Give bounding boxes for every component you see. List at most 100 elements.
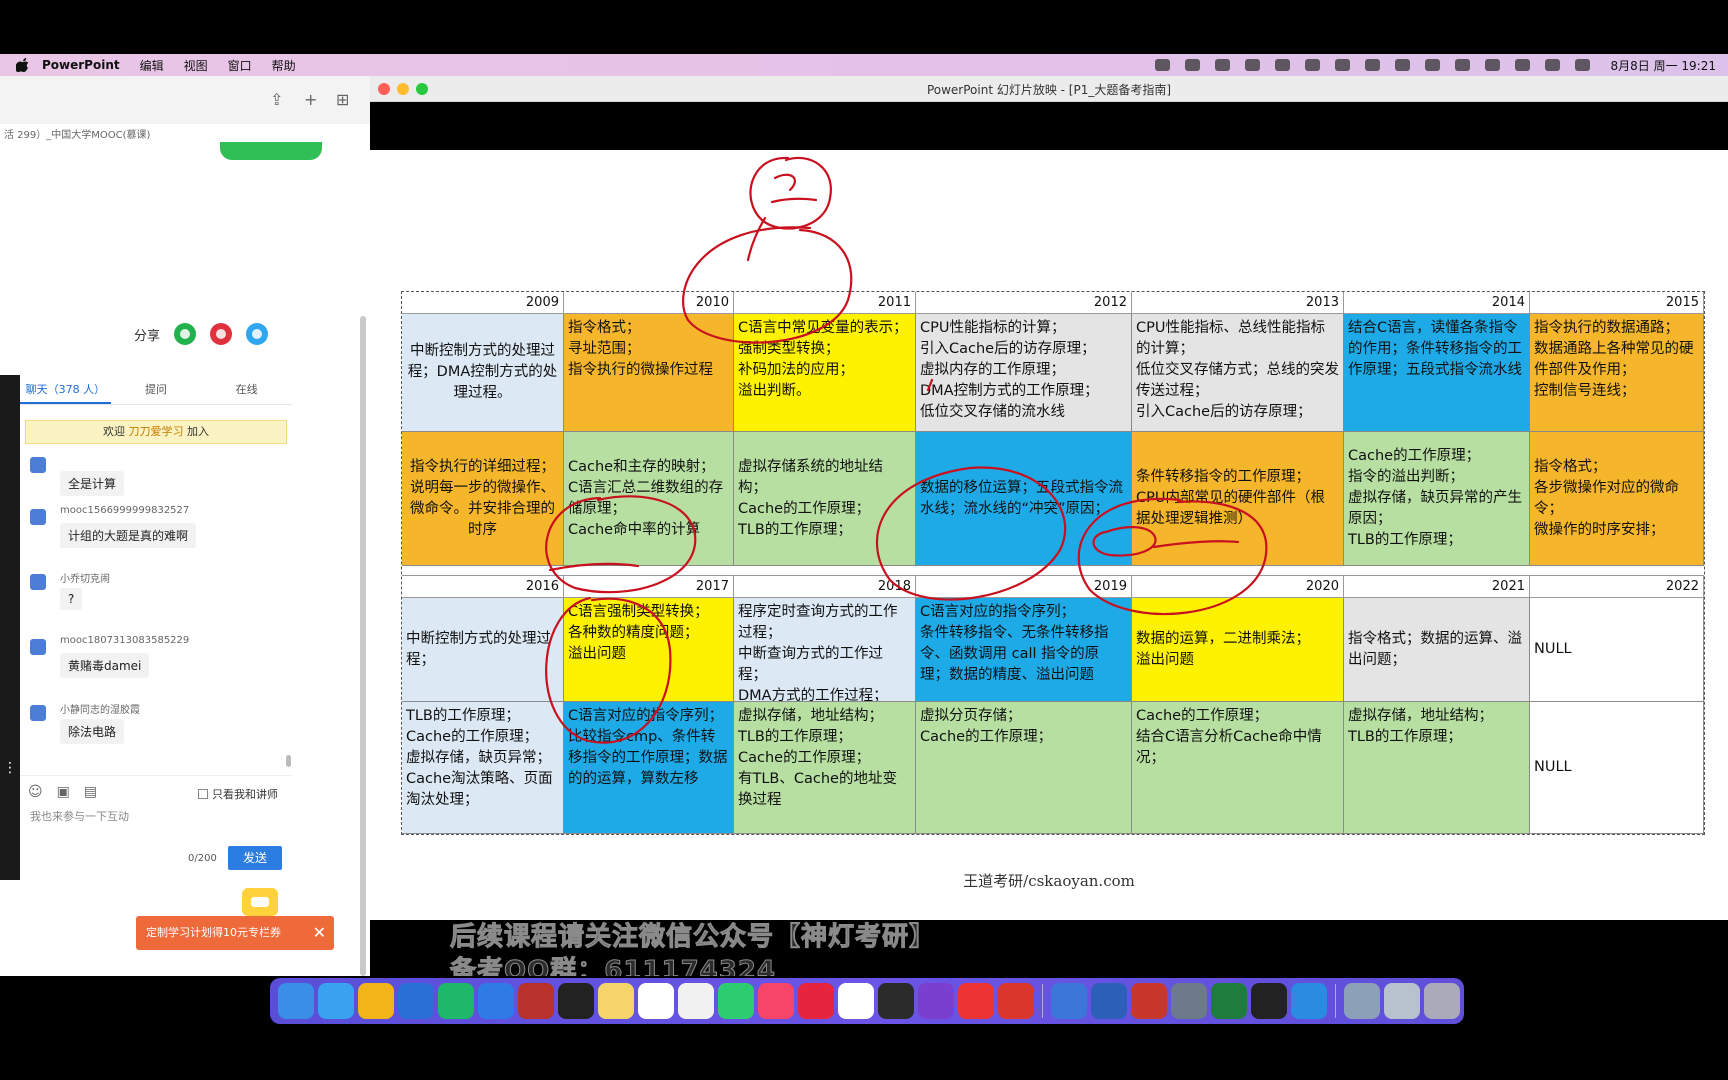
battery-icon[interactable] [1454,59,1470,71]
chat-text: 全是计算 [60,471,125,496]
menu-help[interactable]: 帮助 [272,57,296,74]
chat-tabs: 聊天（378 人） 提问 在线 [20,375,292,405]
menu-edit[interactable]: 编辑 [140,57,164,74]
welcome-username: 刀刀爱学习 [128,425,184,438]
music-icon[interactable] [758,983,794,1019]
image-icon[interactable]: ▣ [57,784,70,800]
avatar[interactable] [30,457,46,473]
close-icon[interactable]: ✕ [313,916,326,950]
chat-username[interactable]: 小乔切克闹 [60,570,110,585]
char-count: 0/200 [188,853,217,864]
coupon-banner[interactable]: 定制学习计划得10元专栏券 ✕ [136,916,334,950]
powerpoint-icon[interactable] [1131,983,1167,1019]
typora-icon[interactable] [838,983,874,1019]
excel-icon[interactable] [1211,983,1247,1019]
new-tab-icon[interactable]: + [304,90,317,109]
qq-icon[interactable] [1334,59,1350,71]
downloads-icon[interactable] [1344,983,1380,1019]
send-button[interactable]: 发送 [228,846,282,870]
share-row: 分享 [134,323,269,345]
vpn-icon[interactable] [1051,983,1087,1019]
word-icon[interactable] [1091,983,1127,1019]
year-header: 2009 [402,292,564,314]
menu-window[interactable]: 窗口 [228,57,252,74]
avatar[interactable] [30,639,46,655]
onenote-icon[interactable] [918,983,954,1019]
browser-scrollbar[interactable] [360,316,366,976]
outlook-icon[interactable] [398,983,434,1019]
more-icon[interactable]: ⋮ [3,760,17,776]
chrome-icon[interactable] [358,983,394,1019]
menu-app-name[interactable]: PowerPoint [42,58,120,72]
reminders-icon[interactable] [678,983,714,1019]
chat-input[interactable]: 我也来参与一下互动 [30,808,129,824]
annotation-numeral-2 [770,173,818,204]
finder-icon[interactable] [278,983,314,1019]
control-center-icon[interactable] [1574,59,1590,71]
chat-scrollbar[interactable] [286,755,291,767]
wps-icon[interactable] [1291,983,1327,1019]
apple-icon[interactable] [16,58,30,72]
dictionary-icon[interactable] [518,983,554,1019]
topic-cell: CPU性能指标、总线性能指标的计算； 低位交叉存储方式；总线的突发传送过程； 引… [1132,314,1344,432]
xcode-close-icon[interactable] [958,983,994,1019]
pdf-app-icon[interactable] [998,983,1034,1019]
chat-username[interactable]: mooc1807313083585229 [60,635,189,646]
xmind-icon[interactable] [438,983,474,1019]
chatgpt-icon[interactable] [1251,983,1287,1019]
moon-icon[interactable] [1424,59,1440,71]
qq-share-icon[interactable] [246,323,269,345]
topic-cell: 虚拟分页存储； Cache的工作原理； [916,702,1132,834]
wechat-share-icon[interactable] [174,323,197,345]
menu-view[interactable]: 视图 [184,57,208,74]
app-s-icon[interactable] [1544,59,1560,71]
year-header: 2013 [1132,292,1344,314]
terminal-icon[interactable] [558,983,594,1019]
bluetooth-icon[interactable] [1394,59,1410,71]
documents-icon[interactable] [1384,983,1420,1019]
weibo-share-icon[interactable] [210,323,233,345]
testflight-icon[interactable] [478,983,514,1019]
tab-overview-icon[interactable]: ⊞ [336,90,349,109]
chat-text: 计组的大题是真的难啊 [60,523,197,548]
mascot-icon[interactable] [242,888,278,916]
only-teacher-toggle[interactable]: 只看我和讲师 [198,786,278,802]
tab-questions[interactable]: 提问 [111,375,202,404]
netease-music-icon[interactable] [798,983,834,1019]
window-icon[interactable] [1304,59,1320,71]
wechat-icon[interactable] [1274,59,1290,71]
chat-icon[interactable] [1364,59,1380,71]
wifi-icon[interactable] [1484,59,1500,71]
safari-icon[interactable] [318,983,354,1019]
grid-icon[interactable] [1244,59,1260,71]
volume-icon[interactable] [1514,59,1530,71]
notes-icon[interactable] [598,983,634,1019]
calendar-icon[interactable] [638,983,674,1019]
tab-online[interactable]: 在线 [201,375,292,404]
cloud-icon[interactable] [1184,59,1200,71]
preview-icon[interactable] [1171,983,1207,1019]
avatar[interactable] [30,509,46,525]
green-button[interactable] [220,142,322,160]
topic-cell: NULL [1530,598,1704,702]
tab-chat[interactable]: 聊天（378 人） [20,375,111,404]
menubar-clock[interactable]: 8月8日 周一 19:21 [1611,57,1716,74]
chat-username[interactable]: mooc1566999999832527 [60,505,189,516]
chat-username[interactable]: 小静同志的湿胶霞 [60,701,140,716]
avatar[interactable] [30,574,46,590]
trash-icon[interactable] [1424,983,1460,1019]
status-icon[interactable] [1214,59,1230,71]
calendar-icon[interactable]: ▤ [84,784,97,800]
topic-cell: 虚拟存储，地址结构； TLB的工作原理； [1344,702,1530,834]
tasks-icon[interactable] [878,983,914,1019]
window-title: PowerPoint 幻灯片放映 - [P1_大题备考指南] [926,83,1172,97]
topic-cell: 条件转移指令的工作原理； CPU内部常见的硬件部件（根据处理逻辑推测） [1132,432,1344,566]
status-icon[interactable] [1154,59,1170,71]
checkbox[interactable] [198,789,208,799]
share-icon[interactable]: ⇪ [270,90,283,109]
year-header: 2022 [1530,576,1704,598]
wechat-icon[interactable] [718,983,754,1019]
avatar[interactable] [30,705,46,721]
topic-cell: 中断控制方式的处理过程；DMA控制方式的处理过程。 [402,314,564,432]
emoji-icon[interactable]: ☺ [28,784,43,800]
